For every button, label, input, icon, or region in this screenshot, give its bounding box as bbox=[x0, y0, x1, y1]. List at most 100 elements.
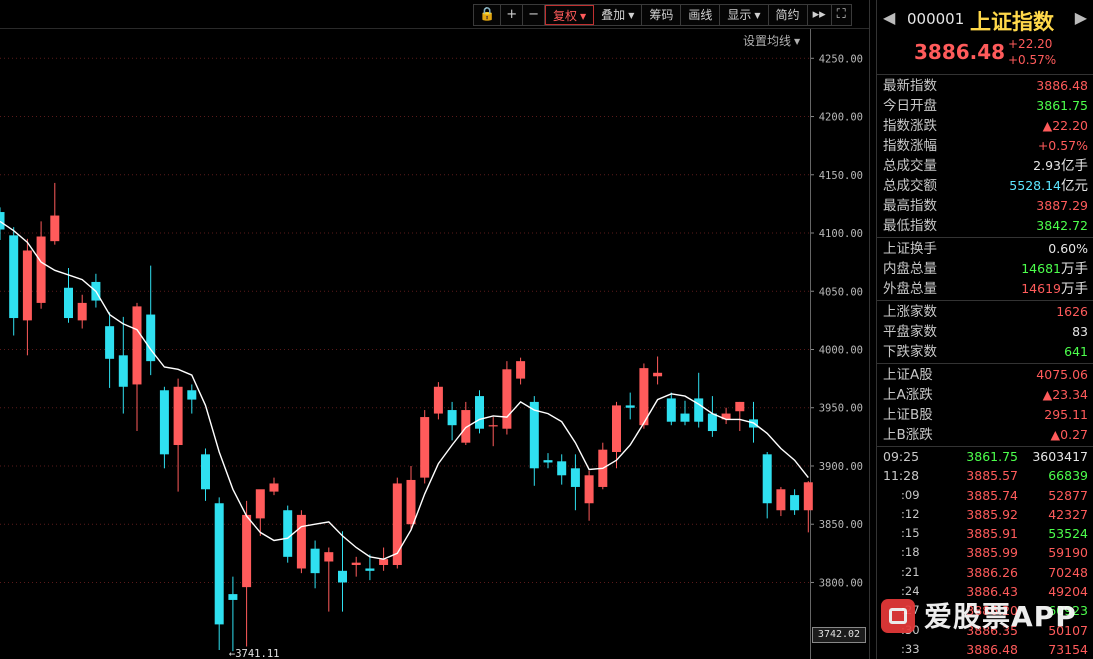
tick-row: 09:25 3861.75 3603417 bbox=[877, 447, 1093, 466]
lock-icon[interactable]: 🔒 bbox=[474, 5, 502, 25]
candle-up bbox=[379, 559, 389, 565]
tick-price: 3885.91 bbox=[966, 526, 1018, 542]
next-arrow-icon[interactable]: ▶ bbox=[1075, 8, 1087, 27]
fuquan-label: 复权 bbox=[553, 9, 578, 23]
tick-volume: 3603417 bbox=[1032, 449, 1088, 464]
shares-number: 4075.06 bbox=[1036, 367, 1088, 382]
quote-row: 最新指数 3886.48 bbox=[877, 76, 1093, 96]
app-logo-icon bbox=[881, 599, 915, 633]
candle-up bbox=[653, 372, 663, 377]
candle-up bbox=[488, 425, 498, 427]
candle-down bbox=[447, 410, 457, 426]
candle-down bbox=[557, 461, 567, 476]
quote-label: 最低指数 bbox=[883, 218, 937, 234]
flow-number: 14681 bbox=[1021, 261, 1061, 276]
tick-time: :21 bbox=[901, 564, 920, 579]
tick-price: 3885.74 bbox=[966, 487, 1018, 503]
zoom-out-button[interactable]: − bbox=[523, 5, 545, 25]
diejia-dropdown[interactable]: 叠加 ▼ bbox=[594, 5, 643, 25]
zoom-in-button[interactable]: + bbox=[501, 5, 524, 25]
shares-value: ▲0.27 bbox=[1051, 425, 1088, 445]
y-tick-label: 4050.00 bbox=[819, 286, 863, 298]
quote-panel: ◀ 000001 上证指数 ▶ 3886.48 +22.20 +0.57% 最新… bbox=[876, 0, 1093, 659]
candle-up bbox=[433, 386, 443, 414]
fuquan-dropdown[interactable]: 复权 ▼ bbox=[545, 5, 595, 25]
flow-label: 上证换手 bbox=[883, 241, 937, 257]
quote-label: 最高指数 bbox=[883, 198, 937, 214]
prev-arrow-icon[interactable]: ◀ bbox=[883, 8, 895, 27]
candle-up bbox=[173, 386, 183, 446]
candle-up bbox=[242, 514, 252, 588]
quote-number: 3887.29 bbox=[1036, 198, 1088, 213]
quote-unit: 亿元 bbox=[1061, 178, 1088, 194]
change-block: +22.20 +0.57% bbox=[1008, 36, 1056, 68]
shares-label: 上A涨跌 bbox=[883, 387, 933, 403]
flow-section: 上证换手 0.60% 内盘总量 14681万手 外盘总量 14619万手 bbox=[877, 238, 1093, 301]
breadth-row: 上涨家数 1626 bbox=[877, 302, 1093, 322]
ma-setting-dropdown[interactable]: 设置均线 ▼ bbox=[743, 32, 800, 49]
tick-price: 3885.57 bbox=[966, 468, 1018, 484]
fullscreen-icon[interactable]: ⛶ bbox=[832, 5, 851, 25]
xianshi-dropdown[interactable]: 显示 ▼ bbox=[720, 5, 769, 25]
candle-down bbox=[570, 468, 580, 487]
tick-volume: 70248 bbox=[1048, 564, 1088, 580]
quote-label: 最新指数 bbox=[883, 78, 937, 94]
flow-value: 14619万手 bbox=[1021, 279, 1088, 299]
caret-down-icon: ▼ bbox=[580, 11, 587, 21]
quote-number: ▲22.20 bbox=[1042, 118, 1088, 133]
y-tick-label: 4150.00 bbox=[819, 170, 863, 182]
candle-up bbox=[735, 401, 745, 412]
quote-number: 3886.48 bbox=[1036, 78, 1088, 93]
low-point-label: ←3741.11 bbox=[229, 648, 280, 659]
jianyue-button[interactable]: 简约 bbox=[769, 5, 808, 25]
quote-value: +0.57% bbox=[1038, 136, 1088, 156]
candle-down bbox=[105, 326, 115, 359]
chart-toolbar: 🔒 + − 复权 ▼ 叠加 ▼ 筹码 画线 显示 ▼ 简约 ▸▸ ⛶ bbox=[473, 4, 852, 26]
breadth-row: 平盘家数 83 bbox=[877, 322, 1093, 342]
quote-label: 总成交量 bbox=[883, 158, 937, 174]
tick-time: 09:25 bbox=[883, 449, 920, 464]
caret-down-icon: ▼ bbox=[794, 37, 801, 46]
tick-row: :15 3885.91 53524 bbox=[877, 524, 1093, 543]
flow-row: 外盘总量 14619万手 bbox=[877, 279, 1093, 299]
candle-up bbox=[351, 562, 361, 565]
candle-up bbox=[77, 302, 87, 321]
tick-time: :09 bbox=[901, 487, 920, 502]
candle-down bbox=[9, 235, 19, 319]
candle-down bbox=[529, 401, 539, 469]
y-tick-label: 4000.00 bbox=[819, 344, 863, 356]
quote-label: 指数涨幅 bbox=[883, 138, 937, 154]
quote-value: 3861.75 bbox=[1036, 96, 1088, 116]
breadth-value: 1626 bbox=[1056, 302, 1088, 322]
candle-up bbox=[255, 489, 265, 519]
quote-row: 指数涨幅 +0.57% bbox=[877, 136, 1093, 156]
tick-volume: 59190 bbox=[1048, 545, 1088, 561]
huaxian-button[interactable]: 画线 bbox=[681, 5, 721, 25]
flow-value: 14681万手 bbox=[1021, 259, 1088, 279]
tick-time: :18 bbox=[901, 545, 920, 560]
candle-down bbox=[365, 568, 375, 571]
chouma-button[interactable]: 筹码 bbox=[642, 5, 682, 25]
tick-price: 3886.26 bbox=[966, 564, 1018, 580]
quote-row: 今日开盘 3861.75 bbox=[877, 96, 1093, 116]
candle-down bbox=[475, 396, 484, 429]
tick-row: :09 3885.74 52877 bbox=[877, 486, 1093, 505]
candle-up bbox=[803, 482, 813, 511]
candle-down bbox=[543, 460, 553, 463]
y-tick-label: 3900.00 bbox=[819, 461, 863, 473]
candle-up bbox=[22, 250, 32, 321]
candle-down bbox=[310, 548, 320, 574]
candle-up bbox=[324, 552, 334, 562]
breadth-value: 83 bbox=[1072, 322, 1088, 342]
y-tick-label: 3950.00 bbox=[819, 403, 863, 415]
flow-number: 0.60% bbox=[1048, 241, 1088, 256]
breadth-label: 上涨家数 bbox=[883, 304, 937, 320]
tick-volume: 53524 bbox=[1048, 526, 1088, 542]
kline-chart[interactable]: 4250.00 4200.00 4150.00 4100.00 4050.00 4000.… bbox=[0, 0, 870, 659]
caret-down-icon: ▼ bbox=[628, 10, 635, 20]
candle-up bbox=[50, 215, 60, 242]
expand-right-icon[interactable]: ▸▸ bbox=[808, 5, 832, 25]
flow-label: 外盘总量 bbox=[883, 281, 937, 297]
breadth-label: 平盘家数 bbox=[883, 324, 937, 340]
app-watermark: 爱股票APP bbox=[878, 597, 1093, 659]
